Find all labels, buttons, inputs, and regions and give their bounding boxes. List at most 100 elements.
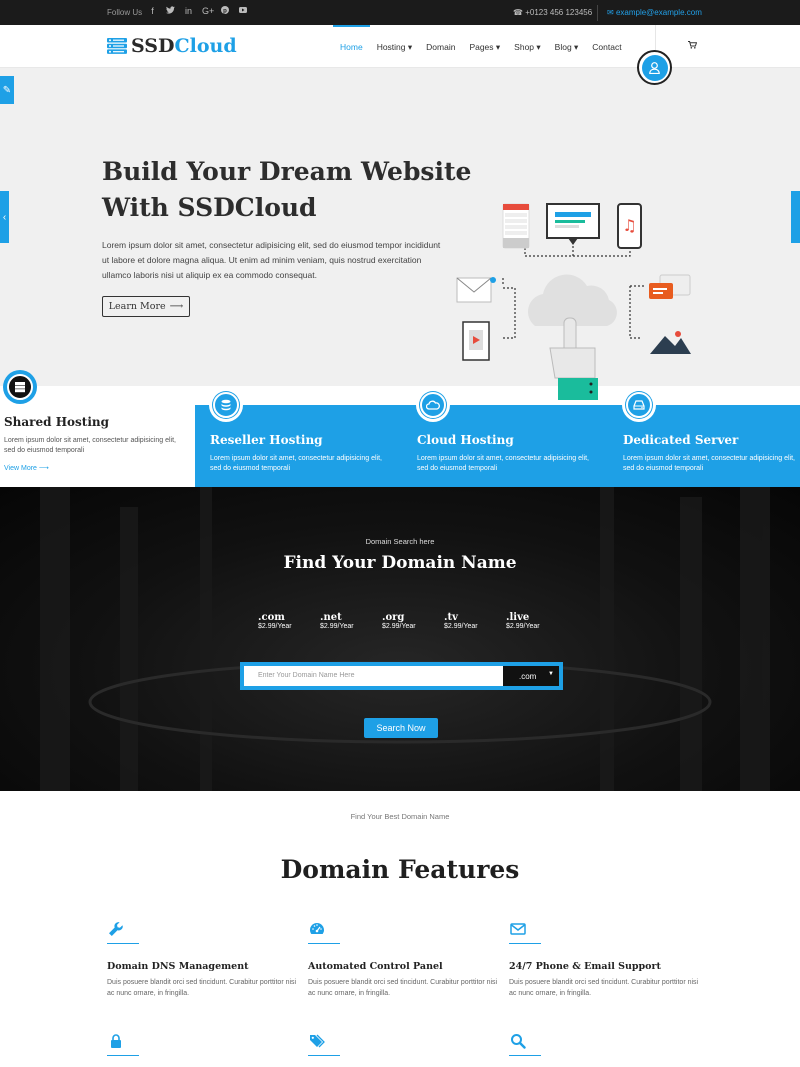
feature-underline (308, 943, 340, 944)
features-title: Domain Features (280, 855, 520, 884)
hero-text: Lorem ipsum dolor sit amet, consectetur … (102, 240, 441, 280)
service-icon-wrap (3, 370, 37, 404)
services-strip: Shared Hosting Lorem ipsum dolor sit ame… (0, 370, 800, 487)
service-icon-wrap (209, 388, 243, 422)
service-icon-inner (420, 392, 446, 418)
main-menu: Home Hosting ▾ Domain Pages ▾ Shop ▾ Blo… (333, 25, 629, 68)
service-title: Dedicated Server (623, 433, 739, 447)
nav-item-hosting[interactable]: Hosting ▾ (370, 25, 419, 68)
envelope-icon: ✉ (607, 8, 614, 17)
feature-underline (308, 1055, 340, 1056)
service-text: Lorem ipsum dolor sit amet, consectetur … (417, 455, 589, 472)
server-icon (15, 382, 25, 393)
top-bar: Follow Us f in G+ p ☎ +0123 456 123456 ✉… (0, 0, 800, 25)
features-subtitle: Find Your Best Domain Name (350, 812, 450, 821)
tld-item: .com $2.99/Year (258, 612, 292, 630)
site-logo[interactable]: SSDCloud (107, 35, 237, 57)
nav-item-blog[interactable]: Blog ▾ (548, 25, 586, 68)
domain-features-section: Find Your Best Domain Name Domain Featur… (0, 791, 800, 1067)
search-icon (511, 1034, 526, 1049)
search-now-button[interactable]: Search Now (364, 718, 438, 738)
database-icon (221, 399, 231, 411)
service-icon-wrap (622, 388, 656, 422)
service-card-dedicated[interactable]: Dedicated Server Lorem ipsum dolor sit a… (618, 386, 800, 487)
svg-text:♫: ♫ (622, 216, 636, 235)
view-more-link[interactable]: View More ⟶ (4, 464, 49, 472)
phone-number[interactable]: ☎ +0123 456 123456 (513, 8, 592, 17)
tld-price-list: .com $2.99/Year .net $2.99/Year .org $2.99/… (258, 612, 542, 630)
domain-search-form: Enter Your Domain Name Here .com ▼ (240, 662, 563, 690)
service-text: Lorem ipsum dolor sit amet, consectetur … (623, 455, 795, 472)
feature-underline (509, 943, 541, 944)
service-card-reseller[interactable]: Reseller Hosting Lorem ipsum dolor sit a… (205, 386, 400, 487)
slider-next-button[interactable] (791, 191, 800, 243)
edit-panel-toggle[interactable]: ✎ (0, 76, 14, 104)
user-icon (649, 61, 660, 74)
dashboard-icon (310, 923, 324, 934)
pinterest-icon[interactable]: p (220, 6, 229, 16)
hero-section: Build Your Dream Website With SSDCloud L… (0, 68, 800, 400)
feature-text: Duis posuere blandit orci sed tincidunt.… (308, 979, 498, 997)
logo-text: SSDCloud (131, 35, 237, 57)
nav-item-contact[interactable]: Contact (585, 25, 628, 68)
svg-text:p: p (223, 8, 227, 14)
youtube-icon[interactable] (238, 6, 247, 16)
cloud-icon (426, 400, 440, 410)
service-card-shared[interactable]: Shared Hosting Lorem ipsum dolor sit ame… (0, 370, 195, 487)
service-card-cloud[interactable]: Cloud Hosting Lorem ipsum dolor sit amet… (412, 386, 607, 487)
google-plus-icon[interactable]: G+ (202, 6, 214, 16)
hard-drive-icon (633, 400, 645, 410)
feature-title: Automated Control Panel (308, 961, 443, 972)
envelope-icon (510, 923, 526, 935)
topbar-divider (597, 5, 598, 21)
nav-item-domain[interactable]: Domain (419, 25, 462, 68)
hero-title: Build Your Dream Website With SSDCloud (102, 157, 472, 222)
linkedin-icon[interactable]: in (184, 6, 193, 16)
nav-item-pages[interactable]: Pages ▾ (462, 25, 507, 68)
feature-underline (107, 943, 139, 944)
tld-item: .org $2.99/Year (382, 612, 416, 630)
service-icon-inner (626, 392, 652, 418)
follow-us-label: Follow Us (107, 8, 143, 17)
feature-underline (107, 1055, 139, 1056)
feature-text: Duis posuere blandit orci sed tincidunt.… (509, 979, 699, 997)
service-text: Lorem ipsum dolor sit amet, consectetur … (210, 455, 382, 472)
domain-search-input[interactable]: Enter Your Domain Name Here (244, 666, 503, 686)
feature-title: Domain DNS Management (107, 961, 249, 972)
cloud-hosting-illustration: ♫ (456, 203, 691, 400)
arrow-right-icon: ⟶ (169, 301, 184, 312)
account-button[interactable] (637, 50, 672, 85)
domain-search-subtitle: Domain Search here (365, 537, 435, 546)
pencil-icon: ✎ (2, 84, 12, 96)
phone-icon: ☎ (513, 8, 523, 17)
facebook-icon[interactable]: f (148, 6, 157, 16)
service-icon-inner (213, 392, 239, 418)
server-stack-icon (107, 38, 127, 54)
twitter-icon[interactable] (166, 6, 175, 16)
domain-search-title: Find Your Domain Name (283, 553, 517, 573)
chevron-left-icon: ‹ (2, 211, 7, 223)
nav-item-home[interactable]: Home (333, 25, 370, 68)
wrench-icon (109, 922, 123, 936)
domain-search-section: Domain Search here Find Your Domain Name… (0, 487, 800, 791)
service-title: Shared Hosting (4, 415, 110, 429)
feature-title: 24/7 Phone & Email Support (509, 961, 661, 972)
tld-item: .live $2.99/Year (506, 612, 540, 630)
tld-select[interactable]: .com ▼ (503, 666, 559, 686)
cart-icon[interactable] (688, 41, 698, 51)
lock-icon (111, 1034, 121, 1048)
feature-underline (509, 1055, 541, 1056)
service-icon-inner (7, 374, 33, 400)
tld-item: .tv $2.99/Year (444, 612, 478, 630)
service-title: Cloud Hosting (417, 433, 514, 447)
slider-prev-button[interactable]: ‹ (0, 191, 9, 243)
social-links: f in G+ p (148, 6, 247, 16)
service-title: Reseller Hosting (210, 433, 323, 447)
learn-more-button[interactable]: Learn More ⟶ (102, 296, 190, 317)
nav-item-shop[interactable]: Shop ▾ (507, 25, 547, 68)
datacenter-background (40, 487, 770, 791)
email-link[interactable]: ✉ example@example.com (607, 8, 702, 17)
service-icon-wrap (416, 388, 450, 422)
tld-item: .net $2.99/Year (320, 612, 354, 630)
account-button-inner (641, 54, 668, 81)
